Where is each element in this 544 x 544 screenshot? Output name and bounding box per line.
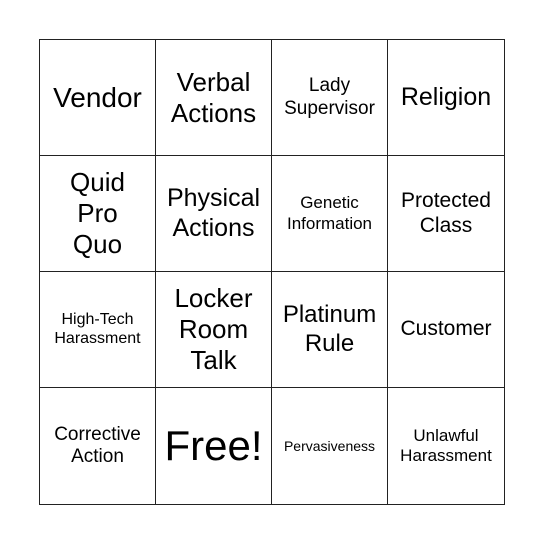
cell-text: Unlawful Harassment <box>400 425 492 465</box>
cell-text: Locker Room Talk <box>174 283 253 375</box>
bingo-cell-free[interactable]: Free! <box>156 388 272 504</box>
bingo-cell[interactable]: Unlawful Harassment <box>388 388 504 504</box>
bingo-cell[interactable]: Pervasiveness <box>272 388 388 504</box>
cell-text: Pervasiveness <box>283 437 376 454</box>
cell-text: Free! <box>164 422 263 470</box>
bingo-cell[interactable]: Platinum Rule <box>272 272 388 388</box>
bingo-cell[interactable]: High-Tech Harassment <box>40 272 156 388</box>
cell-text: Quid Pro Quo <box>70 167 125 259</box>
cell-text: Platinum Rule <box>282 301 377 357</box>
bingo-cell[interactable]: Locker Room Talk <box>156 272 272 388</box>
cell-text: Vendor <box>53 81 142 113</box>
bingo-cell[interactable]: Religion <box>388 40 504 156</box>
bingo-cell[interactable]: Customer <box>388 272 504 388</box>
cell-text: Lady Supervisor <box>284 75 375 119</box>
bingo-cell[interactable]: Genetic Information <box>272 156 388 272</box>
bingo-cell[interactable]: Corrective Action <box>40 388 156 504</box>
bingo-cell[interactable]: Lady Supervisor <box>272 40 388 156</box>
cell-text: Customer <box>400 317 492 341</box>
bingo-cell[interactable]: Quid Pro Quo <box>40 156 156 272</box>
bingo-cell[interactable]: Vendor <box>40 40 156 156</box>
bingo-cell[interactable]: Verbal Actions <box>156 40 272 156</box>
cell-text: Protected Class <box>401 188 491 237</box>
bingo-cell[interactable]: Physical Actions <box>156 156 272 272</box>
cell-text: Verbal Actions <box>170 66 257 128</box>
cell-text: Genetic Information <box>286 193 373 233</box>
cell-text: Corrective Action <box>54 423 141 467</box>
bingo-board: Vendor Verbal Actions Lady Supervisor Re… <box>39 39 505 505</box>
cell-text: High-Tech Harassment <box>54 310 141 347</box>
cell-text: Religion <box>400 82 492 111</box>
bingo-cell[interactable]: Protected Class <box>388 156 504 272</box>
cell-text: Physical Actions <box>166 184 261 242</box>
